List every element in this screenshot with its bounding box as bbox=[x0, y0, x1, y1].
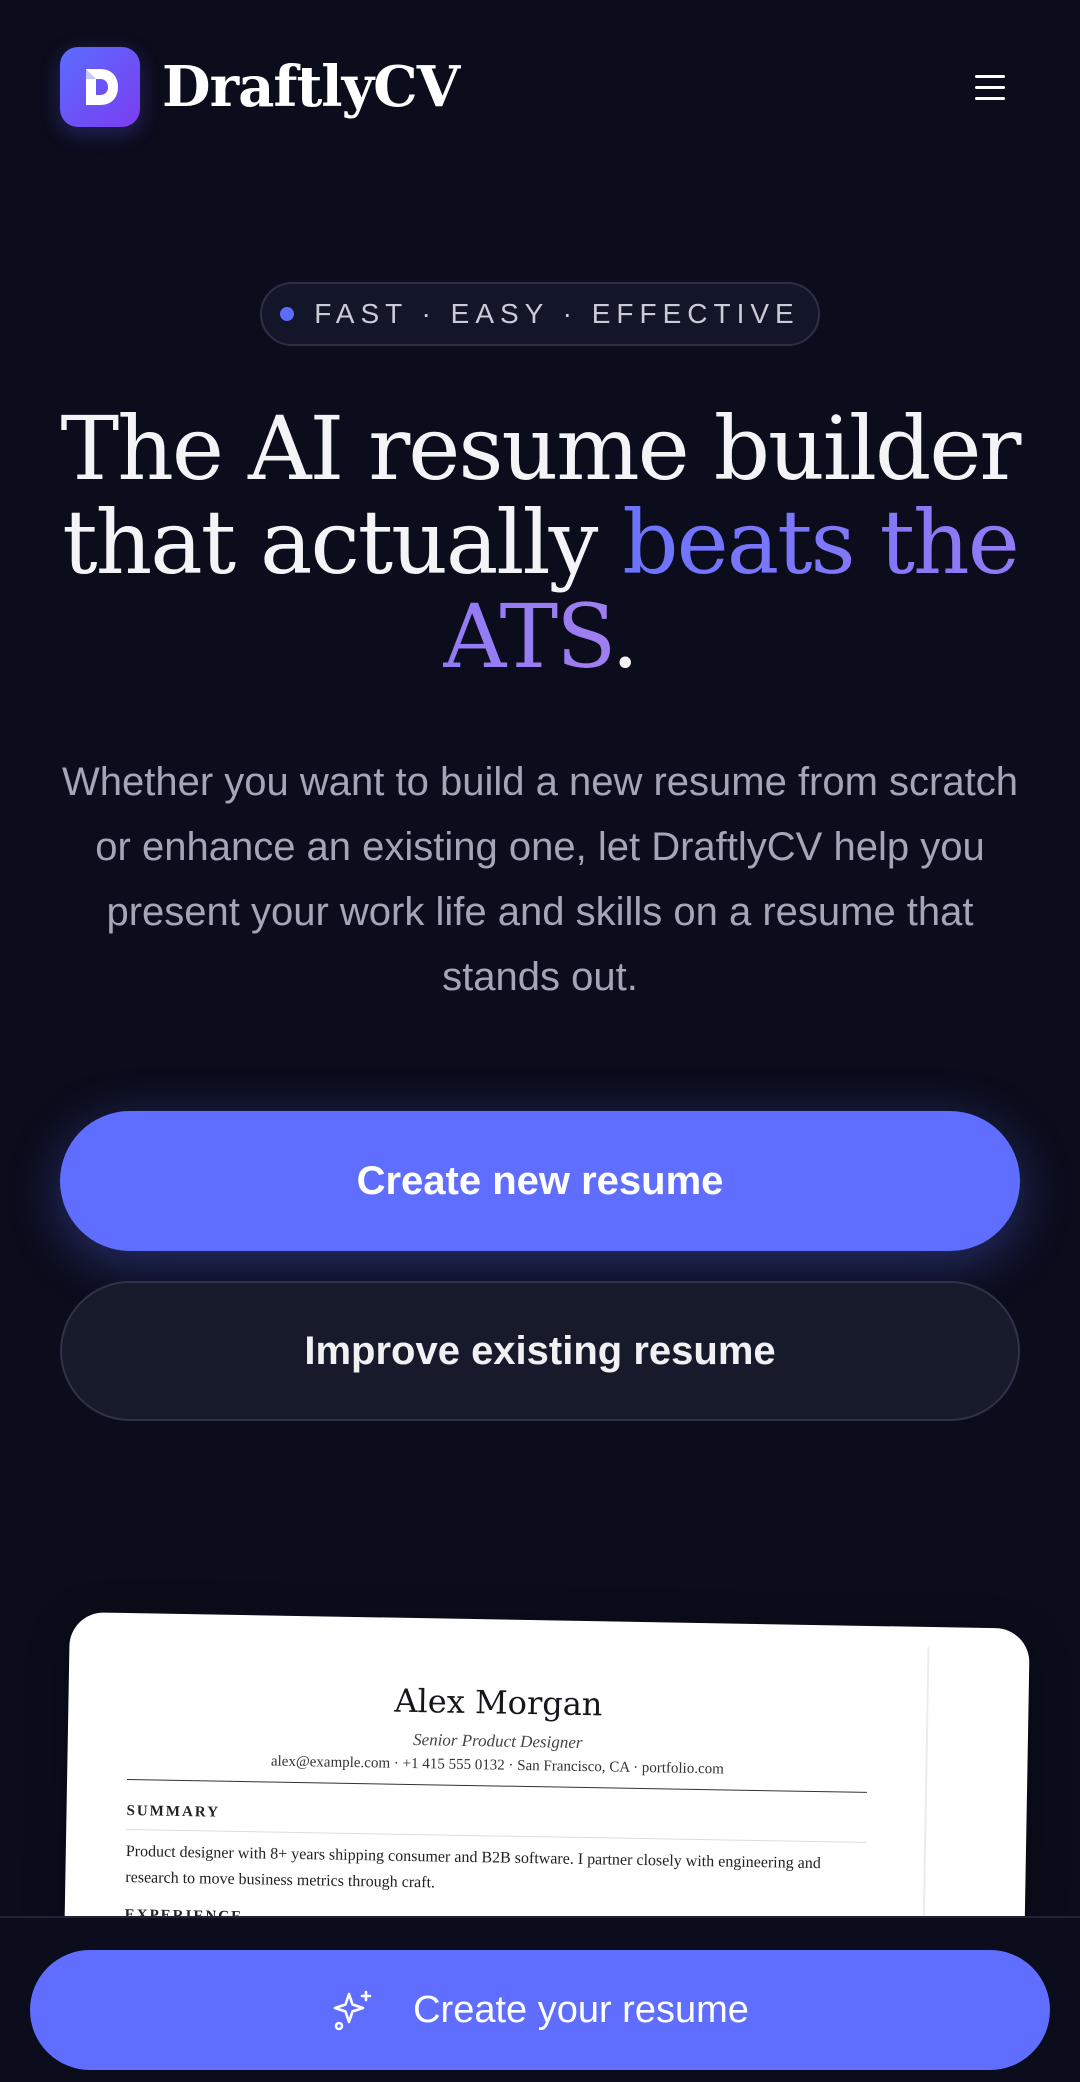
resume-experience-heading: EXPERIENCE bbox=[125, 1907, 244, 1916]
sparkle-icon bbox=[333, 1990, 372, 2031]
hamburger-icon-bar bbox=[975, 85, 1005, 89]
headline-period: . bbox=[611, 585, 639, 688]
menu-button[interactable] bbox=[960, 57, 1020, 117]
create-your-resume-label: Create your resume bbox=[413, 1988, 749, 2031]
brand-name: DraftlyCV bbox=[162, 54, 460, 120]
brand[interactable]: DraftlyCV bbox=[60, 47, 460, 127]
create-new-resume-button[interactable]: Create new resume bbox=[60, 1111, 1020, 1251]
resume-summary-heading: SUMMARY bbox=[126, 1803, 221, 1821]
hero-subtitle: Whether you want to build a new resume f… bbox=[62, 760, 1018, 999]
resume-preview-area: Alex Morgan Senior Product Designer alex… bbox=[0, 1480, 1080, 1916]
resume-divider bbox=[127, 1779, 867, 1793]
hero-headline: The AI resume builder that actually beat… bbox=[40, 402, 1040, 684]
resume-preview-card: Alex Morgan Senior Product Designer alex… bbox=[62, 1612, 1030, 1916]
logo-icon bbox=[60, 47, 140, 127]
bottom-cta-bar: Create your resume bbox=[0, 1916, 1080, 2082]
hamburger-icon-bar bbox=[975, 96, 1005, 100]
tagline-text: FAST · EASY · EFFECTIVE bbox=[314, 298, 800, 329]
create-your-resume-button[interactable]: Create your resume bbox=[30, 1950, 1050, 2070]
improve-existing-resume-button[interactable]: Improve existing resume bbox=[60, 1281, 1020, 1421]
tagline-badge: FAST · EASY · EFFECTIVE bbox=[260, 282, 820, 346]
site-header: DraftlyCV bbox=[60, 46, 1020, 128]
resume-summary-text: Product designer with 8+ years shipping … bbox=[125, 1843, 821, 1892]
resume-name: Alex Morgan bbox=[394, 1681, 603, 1724]
hamburger-icon-bar bbox=[975, 74, 1005, 78]
dot-icon bbox=[280, 307, 295, 321]
